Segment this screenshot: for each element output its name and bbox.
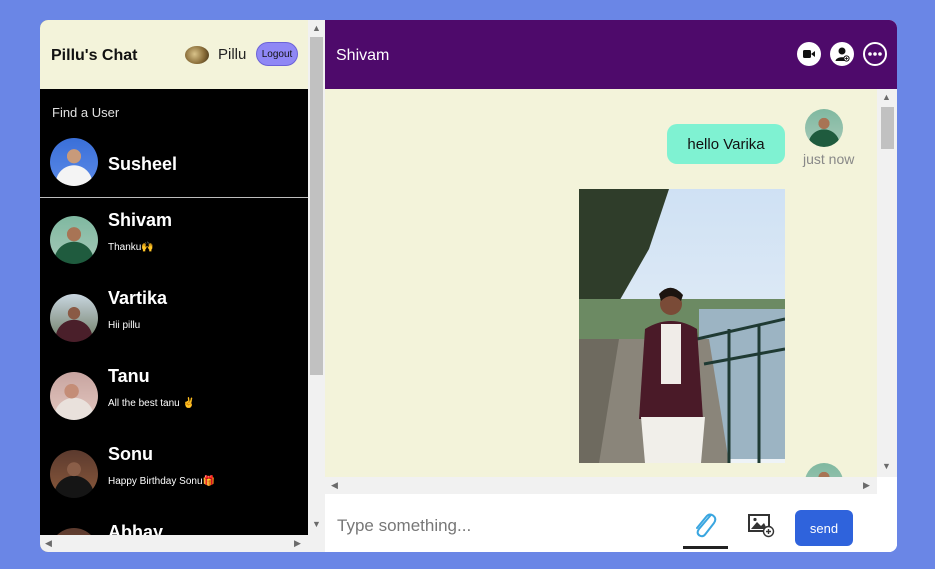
chat-item-tanu[interactable]: Tanu All the best tanu ✌️	[40, 356, 308, 434]
message-image	[579, 189, 785, 463]
message-composer: send	[325, 494, 897, 552]
find-user-input[interactable]	[52, 102, 292, 122]
scroll-right-icon[interactable]: ▶	[863, 481, 870, 490]
last-message: All the best tanu ✌️	[108, 398, 195, 409]
scrollbar-thumb[interactable]	[881, 107, 894, 149]
logout-button[interactable]: Logout	[256, 42, 298, 66]
add-user-icon[interactable]	[830, 42, 854, 66]
user-name: Tanu	[108, 366, 150, 386]
message-text: hello Varika	[687, 135, 765, 153]
user-name: Shivam	[108, 210, 173, 230]
send-button[interactable]: send	[795, 510, 853, 546]
message-input[interactable]	[337, 514, 667, 538]
sidebar-vertical-scrollbar[interactable]: ▲ ▼	[308, 20, 325, 552]
app-logo: Pillu's Chat	[51, 47, 138, 64]
avatar	[50, 138, 98, 186]
scroll-right-icon[interactable]: ▶	[294, 539, 301, 548]
scroll-up-icon[interactable]: ▲	[882, 93, 891, 102]
divider	[683, 546, 728, 549]
user-name: Vartika	[108, 288, 168, 308]
chat-header: Shivam	[325, 20, 897, 89]
chat-item-shivam[interactable]: Shivam Thanku🙌	[40, 200, 308, 278]
sidebar-header: Pillu's Chat Pillu Logout	[40, 20, 308, 89]
message-list: hello Varika just now	[325, 89, 877, 477]
sidebar: Pillu's Chat Pillu Logout Susheel Shivam…	[40, 20, 325, 552]
chat-title: Shivam	[336, 47, 390, 64]
avatar	[50, 450, 98, 498]
scroll-left-icon[interactable]: ◀	[45, 539, 52, 548]
chat-item-sonu[interactable]: Sonu Happy Birthday Sonu🎁	[40, 434, 308, 512]
video-icon[interactable]	[797, 42, 821, 66]
chat-item-vartika[interactable]: Vartika Hii pillu	[40, 278, 308, 356]
scroll-down-icon[interactable]: ▼	[312, 520, 321, 529]
scroll-left-icon[interactable]: ◀	[331, 481, 338, 490]
messages-vertical-scrollbar[interactable]: ▲ ▼	[877, 89, 897, 477]
scroll-up-icon[interactable]: ▲	[312, 24, 321, 33]
more-icon[interactable]	[863, 42, 887, 66]
scroll-down-icon[interactable]: ▼	[882, 462, 891, 471]
current-user-avatar	[185, 46, 209, 64]
current-user-name: Pillu	[218, 46, 247, 63]
chat-app: Pillu's Chat Pillu Logout Susheel Shivam…	[40, 20, 897, 552]
message-bubble: hello Varika	[667, 124, 785, 164]
avatar	[50, 372, 98, 420]
search-result-user[interactable]: Susheel	[40, 132, 308, 198]
user-name: Sonu	[108, 444, 153, 464]
sidebar-horizontal-scrollbar[interactable]: ◀ ▶	[40, 535, 308, 552]
messages-horizontal-scrollbar[interactable]: ◀ ▶	[325, 477, 877, 494]
last-message: Thanku🙌	[108, 242, 154, 253]
last-message: Happy Birthday Sonu🎁	[108, 476, 215, 487]
sender-avatar	[805, 463, 843, 477]
message-timestamp: just now	[803, 151, 855, 167]
last-message: Hii pillu	[108, 320, 141, 331]
sender-avatar	[805, 109, 843, 147]
add-image-icon[interactable]	[747, 512, 775, 538]
attachment-icon[interactable]	[690, 510, 718, 540]
chat-panel: Shivam hello Varika just now ▲ ▼ ◀ ▶ Typ…	[325, 20, 897, 552]
avatar	[50, 216, 98, 264]
user-name: Susheel	[108, 154, 178, 174]
avatar	[50, 294, 98, 342]
scrollbar-thumb[interactable]	[310, 37, 323, 375]
